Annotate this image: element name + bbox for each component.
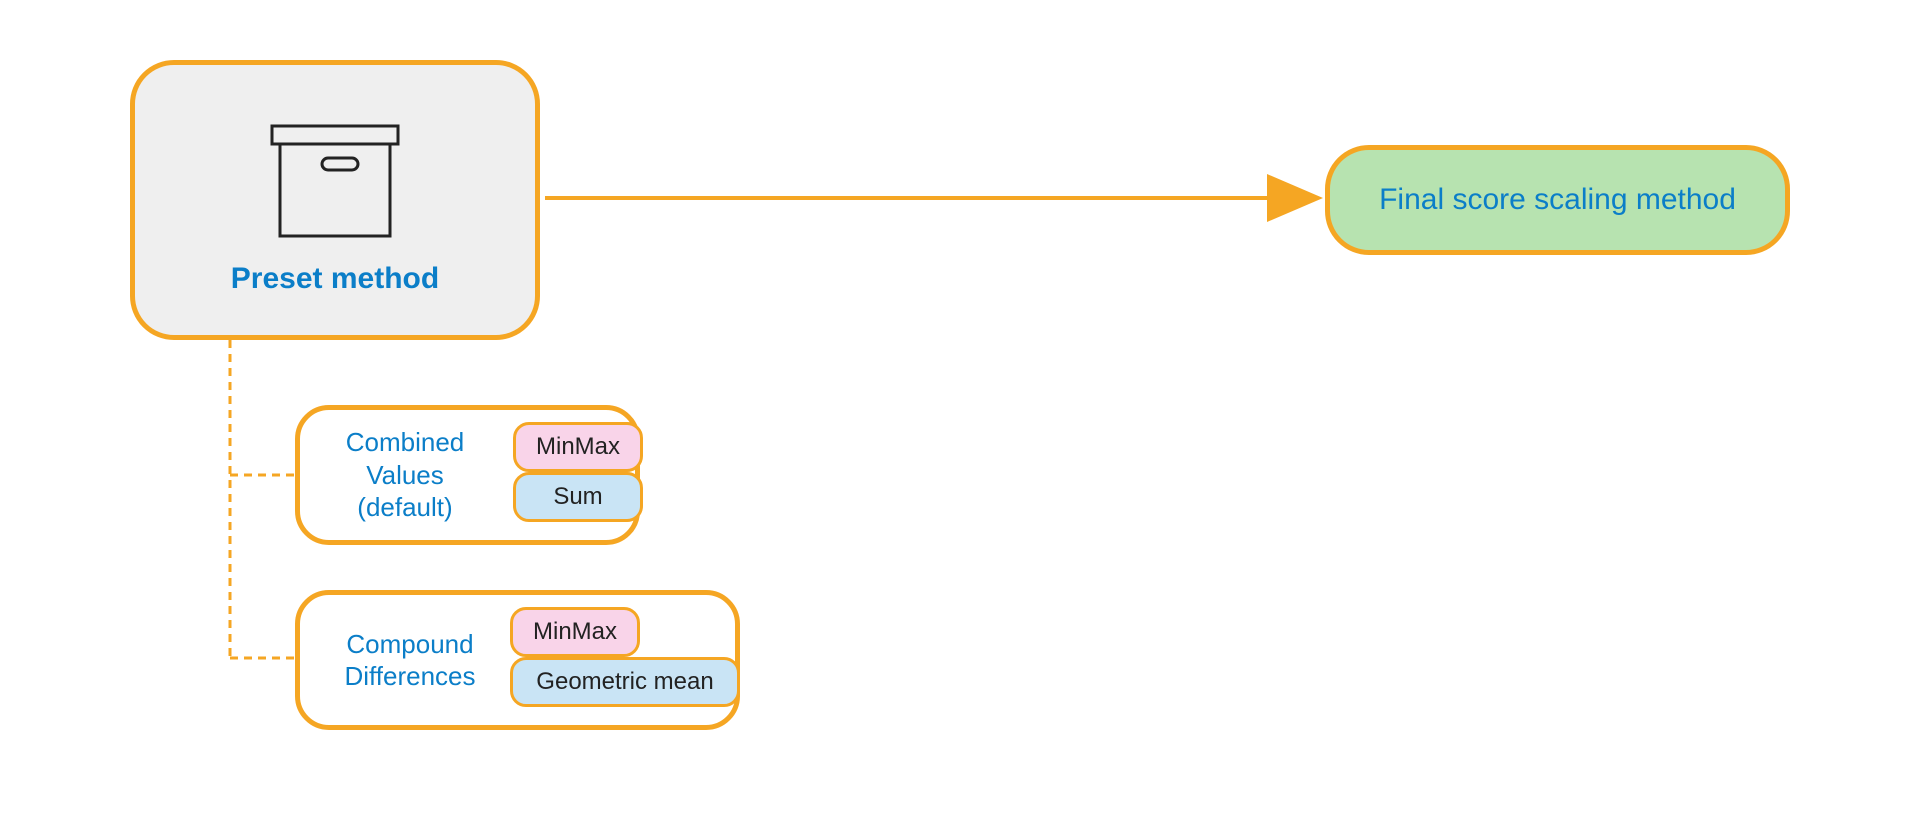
- final-score-title: Final score scaling method: [1379, 183, 1736, 217]
- tag-sum: Sum: [513, 472, 643, 522]
- tag-minmax-2: MinMax: [510, 607, 640, 657]
- preset-method-node: Preset method: [130, 60, 540, 340]
- preset-title: Preset method: [231, 262, 439, 296]
- tag-minmax: MinMax: [513, 422, 643, 472]
- archive-box-icon: [250, 104, 420, 244]
- child-compound-differences-tags: MinMax Geometric mean: [510, 607, 740, 707]
- tag-geometric-mean: Geometric mean: [510, 657, 740, 707]
- child-compound-differences: CompoundDifferences MinMax Geometric mea…: [295, 590, 740, 730]
- child-combined-values: CombinedValues(default) MinMax Sum: [295, 405, 640, 545]
- child-compound-differences-label: CompoundDifferences: [300, 628, 520, 693]
- child-combined-values-label: CombinedValues(default): [300, 426, 510, 524]
- final-score-node: Final score scaling method: [1325, 145, 1790, 255]
- child-combined-values-tags: MinMax Sum: [513, 422, 643, 522]
- diagram-canvas: Preset method Final score scaling method…: [0, 0, 1920, 840]
